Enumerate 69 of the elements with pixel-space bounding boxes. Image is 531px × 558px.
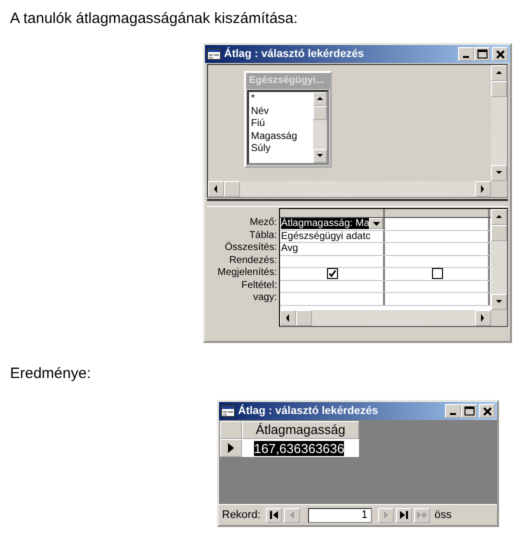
- first-record-button[interactable]: [266, 508, 282, 522]
- scroll-right-button[interactable]: [475, 310, 491, 326]
- current-row-icon: [227, 442, 235, 454]
- table-icon: [221, 405, 235, 417]
- window-title: Átlag : választó lekérdezés: [224, 48, 366, 60]
- row-label: Tábla:: [249, 230, 277, 242]
- heading-text: A tanulók átlagmagasságának kiszámítása:: [10, 10, 299, 27]
- minimize-button[interactable]: [458, 47, 474, 61]
- field-item[interactable]: Súly: [251, 143, 311, 156]
- show-checkbox[interactable]: [326, 268, 338, 280]
- minimize-button[interactable]: [445, 404, 461, 418]
- field-item[interactable]: Fiú: [251, 118, 311, 130]
- field-item[interactable]: Magasság: [251, 130, 311, 143]
- field-item[interactable]: Név: [251, 106, 311, 118]
- last-record-button[interactable]: [396, 508, 412, 522]
- scroll-up-button[interactable]: [313, 92, 327, 106]
- scroll-down-button[interactable]: [491, 294, 507, 310]
- scroll-left-button[interactable]: [208, 181, 224, 197]
- record-label: Rekord:: [222, 509, 261, 521]
- caption-text: Eredménye:: [10, 365, 92, 382]
- row-label: Megjelenítés:: [218, 267, 277, 280]
- table-icon: [207, 48, 221, 60]
- scroll-up-button[interactable]: [491, 209, 507, 225]
- scrollbar[interactable]: [280, 310, 491, 326]
- row-label: Mező:: [250, 217, 277, 230]
- maximize-icon: [462, 405, 476, 417]
- grid-cell[interactable]: Avg: [280, 243, 385, 254]
- scrollbar[interactable]: [491, 65, 507, 181]
- first-record-icon: [268, 509, 280, 521]
- scroll-thumb[interactable]: [224, 181, 240, 197]
- maximize-button[interactable]: [474, 47, 490, 61]
- scroll-thumb[interactable]: [491, 81, 507, 97]
- field-list-title: Egészségügyi...: [246, 73, 330, 89]
- splitter-bar[interactable]: [207, 199, 508, 207]
- scroll-down-button[interactable]: [313, 149, 327, 163]
- field-item[interactable]: *: [251, 93, 311, 106]
- scroll-up-button[interactable]: [491, 65, 507, 81]
- minimize-icon: [450, 413, 456, 415]
- scrollbar[interactable]: [208, 181, 491, 197]
- new-record-icon: [416, 509, 428, 521]
- maximize-icon: [475, 48, 489, 60]
- scroll-down-button[interactable]: [491, 165, 507, 181]
- scroll-thumb[interactable]: [313, 106, 327, 120]
- caret-icon: [372, 220, 381, 227]
- scrollbar[interactable]: [491, 209, 507, 310]
- scroll-thumb[interactable]: [296, 310, 312, 326]
- select-all-cell[interactable]: [220, 421, 242, 439]
- row-label: Összesítés:: [224, 242, 277, 254]
- row-selector[interactable]: [220, 439, 242, 457]
- close-button[interactable]: [492, 47, 508, 61]
- column-header[interactable]: Átlagmagasság: [242, 421, 359, 439]
- last-record-icon: [398, 509, 410, 521]
- record-number-field[interactable]: 1: [308, 508, 372, 522]
- scroll-right-button[interactable]: [475, 181, 491, 197]
- show-checkbox[interactable]: [432, 268, 442, 280]
- scroll-thumb[interactable]: [491, 225, 507, 241]
- maximize-button[interactable]: [461, 404, 477, 418]
- minimize-icon: [463, 56, 469, 58]
- window-title: Átlag : választó lekérdezés: [238, 405, 380, 417]
- scrollbar-corner: [491, 310, 507, 326]
- record-count-text: öss: [434, 509, 452, 521]
- row-label: Rendezés:: [229, 254, 277, 267]
- row-label: Feltétel:: [241, 280, 277, 292]
- value-cell[interactable]: 167,636363636: [254, 440, 344, 456]
- scroll-left-button[interactable]: [280, 310, 296, 326]
- row-label: vagy:: [253, 292, 277, 304]
- scrollbar[interactable]: [313, 92, 327, 163]
- close-button[interactable]: [479, 404, 495, 418]
- grid-cell[interactable]: Egészségügyi adatc: [280, 230, 385, 242]
